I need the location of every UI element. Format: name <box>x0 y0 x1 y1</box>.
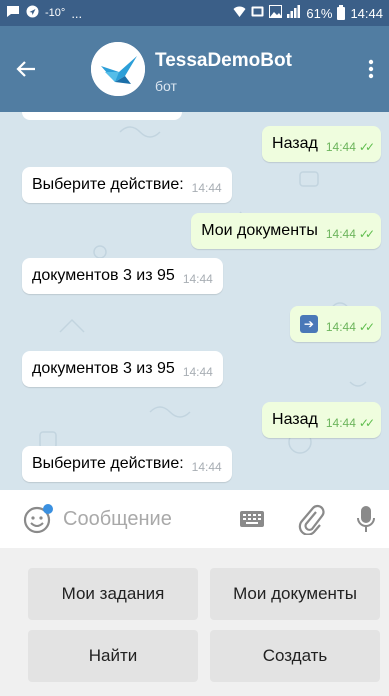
battery-percent-text: 61% <box>306 5 333 21</box>
chat-area[interactable]: Назад 14:44 ✓✓ Выберите действие: 14:44 … <box>0 112 389 490</box>
message-time: 14:44 <box>191 181 222 195</box>
message-text: Назад <box>272 411 318 428</box>
wifi-icon <box>233 5 246 21</box>
more-options-icon[interactable] <box>359 55 383 83</box>
bot-keyboard-icon[interactable] <box>238 507 266 531</box>
emoji-icon[interactable] <box>22 503 54 535</box>
message-text: документов 3 из 95 <box>32 360 175 377</box>
chat-title: TessaDemoBot <box>155 50 292 71</box>
double-check-icon: ✓✓ <box>358 140 375 154</box>
message-incoming[interactable]: документов 3 из 95 14:44 <box>22 258 223 294</box>
message-input[interactable]: Сообщение <box>63 508 172 531</box>
message-text: документов 3 из 95 <box>32 267 175 284</box>
message-time: 14:44 <box>325 320 356 334</box>
message-time: 14:44 <box>325 416 356 430</box>
message-text: Мои документы <box>201 222 318 239</box>
more-notifications-text: ... <box>71 5 83 21</box>
message-time: 14:44 <box>325 140 356 154</box>
message-text: Назад <box>272 135 318 152</box>
double-check-icon: ✓✓ <box>358 227 375 241</box>
double-check-icon: ✓✓ <box>358 416 375 430</box>
microphone-icon[interactable] <box>355 503 377 535</box>
message-outgoing[interactable]: ➔ 14:44 ✓✓ <box>289 306 381 342</box>
message-text: Выберите действие: <box>32 176 184 193</box>
photo-icon <box>269 5 283 21</box>
chat-header: TessaDemoBot бот <box>0 26 389 112</box>
message-time: 14:44 <box>182 272 213 286</box>
bot-avatar[interactable] <box>91 42 145 96</box>
message-time: 14:44 <box>325 227 356 241</box>
right-arrow-emoji-icon: ➔ <box>299 315 318 333</box>
find-button[interactable]: Найти <box>28 630 198 682</box>
previous-message-fragment <box>22 112 182 120</box>
battery-icon <box>337 4 346 20</box>
message-outgoing[interactable]: Назад 14:44 ✓✓ <box>262 126 381 162</box>
bot-reply-keyboard: Мои задания Мои документы Найти Создать <box>0 548 389 696</box>
my-documents-button[interactable]: Мои документы <box>210 568 380 620</box>
attach-paperclip-icon[interactable] <box>296 503 326 536</box>
double-check-icon: ✓✓ <box>358 320 375 334</box>
my-tasks-button[interactable]: Мои задания <box>28 568 198 620</box>
signal-icon <box>287 5 301 21</box>
chat-subtitle: бот <box>155 78 177 94</box>
message-incoming[interactable]: Выберите действие: 14:44 <box>22 167 232 203</box>
bird-logo-icon <box>91 42 145 96</box>
navigation-icon <box>26 5 39 21</box>
message-input-bar: Сообщение <box>0 490 389 548</box>
clock-text: 14:44 <box>350 5 383 21</box>
message-outgoing[interactable]: Назад 14:44 ✓✓ <box>262 402 381 438</box>
message-text: Выберите действие: <box>32 455 184 472</box>
cast-icon <box>251 5 264 21</box>
status-bar: -10° ... 61% 14:44 <box>0 0 389 26</box>
message-time: 14:44 <box>191 460 222 474</box>
message-time: 14:44 <box>182 365 213 379</box>
message-incoming[interactable]: документов 3 из 95 14:44 <box>22 351 223 387</box>
chat-notification-icon <box>6 5 20 21</box>
back-arrow-icon[interactable] <box>12 55 40 83</box>
message-outgoing[interactable]: Мои документы 14:44 ✓✓ <box>191 213 381 249</box>
create-button[interactable]: Создать <box>210 630 380 682</box>
temperature-text: -10° <box>45 7 66 19</box>
message-incoming[interactable]: Выберите действие: 14:44 <box>22 446 232 482</box>
